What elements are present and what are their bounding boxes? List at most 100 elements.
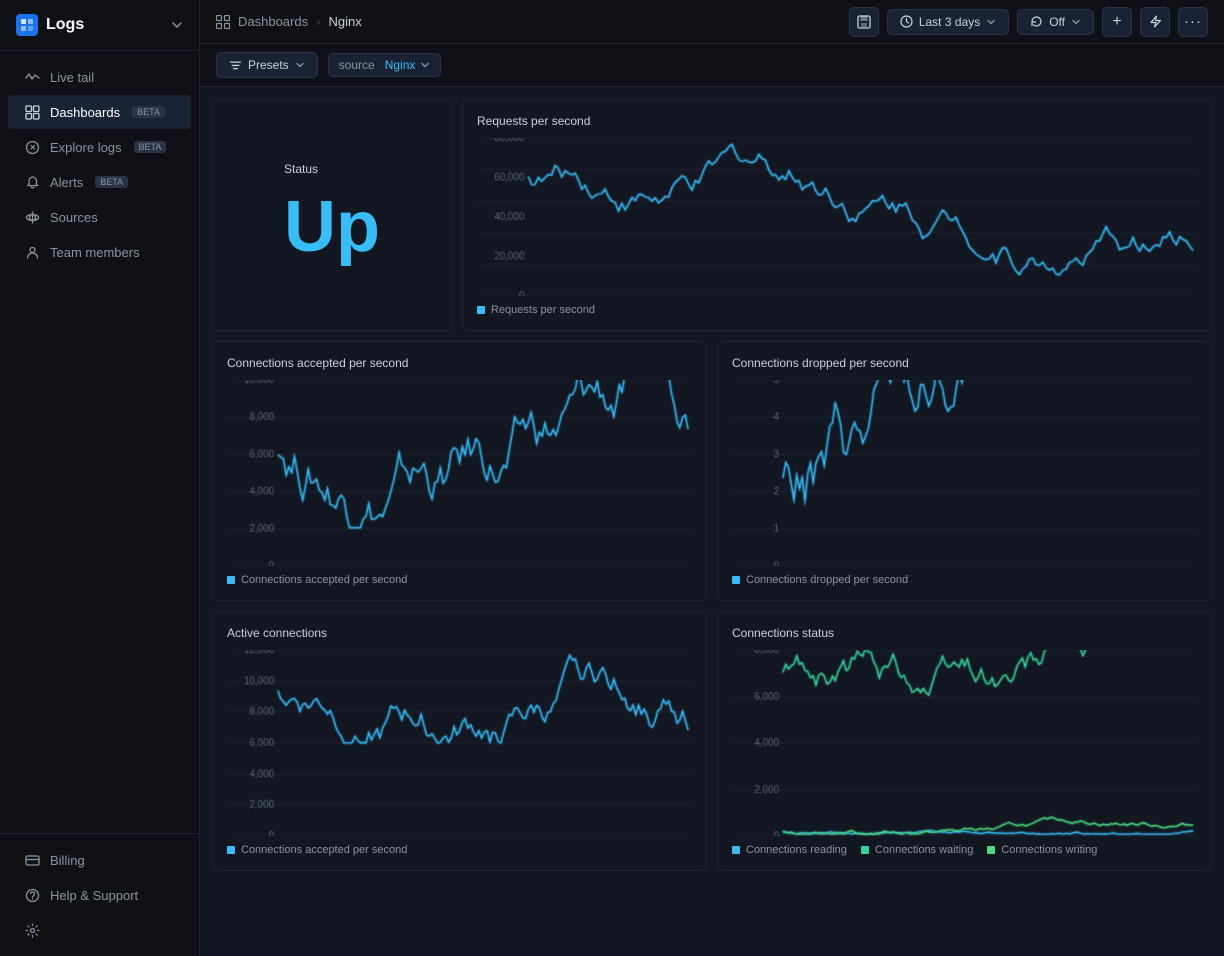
- filterbar: Presets source Nginx: [200, 44, 1224, 87]
- legend-label-reading: Connections reading: [746, 844, 847, 856]
- filter-key: source: [339, 58, 375, 72]
- beta-badge: BETA: [134, 141, 167, 153]
- connections-accepted-title: Connections accepted per second: [227, 356, 692, 370]
- app-name: Logs: [46, 16, 84, 34]
- active-connections-panel: Active connections Connections accepted …: [212, 611, 707, 871]
- legend-dot: [732, 576, 740, 584]
- chevron-down-icon: [986, 17, 996, 27]
- legend-dot-writing: [987, 846, 995, 854]
- activity-icon: [24, 69, 40, 85]
- connections-dropped-legend: Connections dropped per second: [732, 574, 1197, 586]
- connections-accepted-panel: Connections accepted per second Connecti…: [212, 341, 707, 601]
- sidebar-item-help-support[interactable]: Help & Support: [8, 878, 191, 912]
- user-icon: [24, 244, 40, 260]
- connections-accepted-legend: Connections accepted per second: [227, 574, 692, 586]
- connections-status-panel: Connections status Connections reading C…: [717, 611, 1212, 871]
- connections-dropped-chart: [732, 380, 1197, 566]
- lightning-icon: [1149, 15, 1162, 28]
- presets-label: Presets: [248, 58, 289, 72]
- legend-label: Connections accepted per second: [241, 844, 407, 856]
- legend-dot: [227, 846, 235, 854]
- presets-button[interactable]: Presets: [216, 52, 318, 78]
- sidebar-item-alerts[interactable]: Alerts BETA: [8, 165, 191, 199]
- connections-status-title: Connections status: [732, 626, 1197, 640]
- breadcrumb-dashboards[interactable]: Dashboards: [238, 14, 308, 29]
- refresh-label: Off: [1049, 15, 1065, 29]
- connections-dropped-panel: Connections dropped per second Connectio…: [717, 341, 1212, 601]
- legend-dot-waiting: [861, 846, 869, 854]
- requests-per-second-chart: [477, 138, 1197, 296]
- legend-label: Requests per second: [491, 304, 595, 316]
- sidebar-item-label: Alerts: [50, 175, 83, 190]
- topbar-actions: Last 3 days Off + ···: [849, 7, 1208, 37]
- beta-badge: BETA: [95, 176, 128, 188]
- row-2: Connections accepted per second Connecti…: [212, 341, 1212, 601]
- connections-status-chart: [732, 650, 1197, 836]
- status-panel: Status Up: [212, 99, 452, 331]
- active-connections-legend: Connections accepted per second: [227, 844, 692, 856]
- active-connections-title: Active connections: [227, 626, 692, 640]
- sidebar-item-team-members[interactable]: Team members: [8, 235, 191, 269]
- connections-accepted-chart: [227, 380, 692, 566]
- clock-icon: [900, 15, 913, 28]
- status-title: Status: [284, 162, 380, 176]
- save-dashboard-button[interactable]: [849, 7, 879, 37]
- legend-dot: [227, 576, 235, 584]
- sidebar-item-dashboards[interactable]: Dashboards BETA: [8, 95, 191, 129]
- refresh-icon: [1030, 15, 1043, 28]
- lightning-button[interactable]: [1140, 7, 1170, 37]
- status-value: Up: [284, 186, 380, 268]
- sidebar-item-explore-logs[interactable]: Explore logs BETA: [8, 130, 191, 164]
- explore-icon: [24, 139, 40, 155]
- legend-dot: [477, 306, 485, 314]
- time-range-label: Last 3 days: [919, 15, 980, 29]
- logo-icon: [16, 14, 38, 36]
- connections-dropped-title: Connections dropped per second: [732, 356, 1197, 370]
- refresh-button[interactable]: Off: [1017, 9, 1094, 35]
- connections-status-legend: Connections reading Connections waiting …: [732, 844, 1197, 856]
- chevron-down-icon: [420, 60, 430, 70]
- help-circle-icon: [24, 887, 40, 903]
- sources-icon: [24, 209, 40, 225]
- dashboards-breadcrumb-icon: [216, 15, 230, 29]
- credit-card-icon: [24, 852, 40, 868]
- sidebar-item-sources[interactable]: Sources: [8, 200, 191, 234]
- main-content: Dashboards › Nginx Last 3 days Off + ···: [200, 0, 1224, 956]
- sidebar: Logs Live tail Dashboards BETA Explore l…: [0, 0, 200, 956]
- chevron-down-icon: [295, 60, 305, 70]
- sidebar-item-label: Billing: [50, 853, 85, 868]
- sidebar-item-label: Live tail: [50, 70, 94, 85]
- breadcrumb-nginx: Nginx: [328, 14, 361, 29]
- breadcrumb-separator: ›: [316, 14, 320, 29]
- sidebar-item-label: Explore logs: [50, 140, 122, 155]
- presets-icon: [229, 59, 242, 72]
- source-filter-tag[interactable]: source Nginx: [328, 53, 442, 77]
- add-panel-button[interactable]: +: [1102, 7, 1132, 37]
- sidebar-item-label: Dashboards: [50, 105, 120, 120]
- sidebar-item-settings[interactable]: [8, 913, 191, 947]
- legend-label: Connections dropped per second: [746, 574, 908, 586]
- chevron-down-icon: [171, 19, 183, 31]
- sidebar-item-label: Team members: [50, 245, 140, 260]
- legend-label-writing: Connections writing: [1001, 844, 1097, 856]
- legend-label: Connections accepted per second: [241, 574, 407, 586]
- sidebar-item-live-tail[interactable]: Live tail: [8, 60, 191, 94]
- chevron-down-icon: [1071, 17, 1081, 27]
- bell-icon: [24, 174, 40, 190]
- requests-per-second-title: Requests per second: [477, 114, 1197, 128]
- settings-icon: [24, 922, 40, 938]
- active-connections-chart: [227, 650, 692, 836]
- sidebar-item-billing[interactable]: Billing: [8, 843, 191, 877]
- grid-icon: [24, 104, 40, 120]
- app-logo: Logs: [0, 0, 199, 51]
- row-3: Active connections Connections accepted …: [212, 611, 1212, 871]
- row-1: Status Up Requests per second Requests p…: [212, 99, 1212, 331]
- sidebar-item-label: Sources: [50, 210, 98, 225]
- time-range-button[interactable]: Last 3 days: [887, 9, 1009, 35]
- legend-label-waiting: Connections waiting: [875, 844, 973, 856]
- legend-dot-reading: [732, 846, 740, 854]
- more-options-button[interactable]: ···: [1178, 7, 1208, 37]
- beta-badge: BETA: [132, 106, 165, 118]
- sidebar-bottom: Billing Help & Support: [0, 833, 199, 956]
- breadcrumb: Dashboards › Nginx: [216, 14, 362, 29]
